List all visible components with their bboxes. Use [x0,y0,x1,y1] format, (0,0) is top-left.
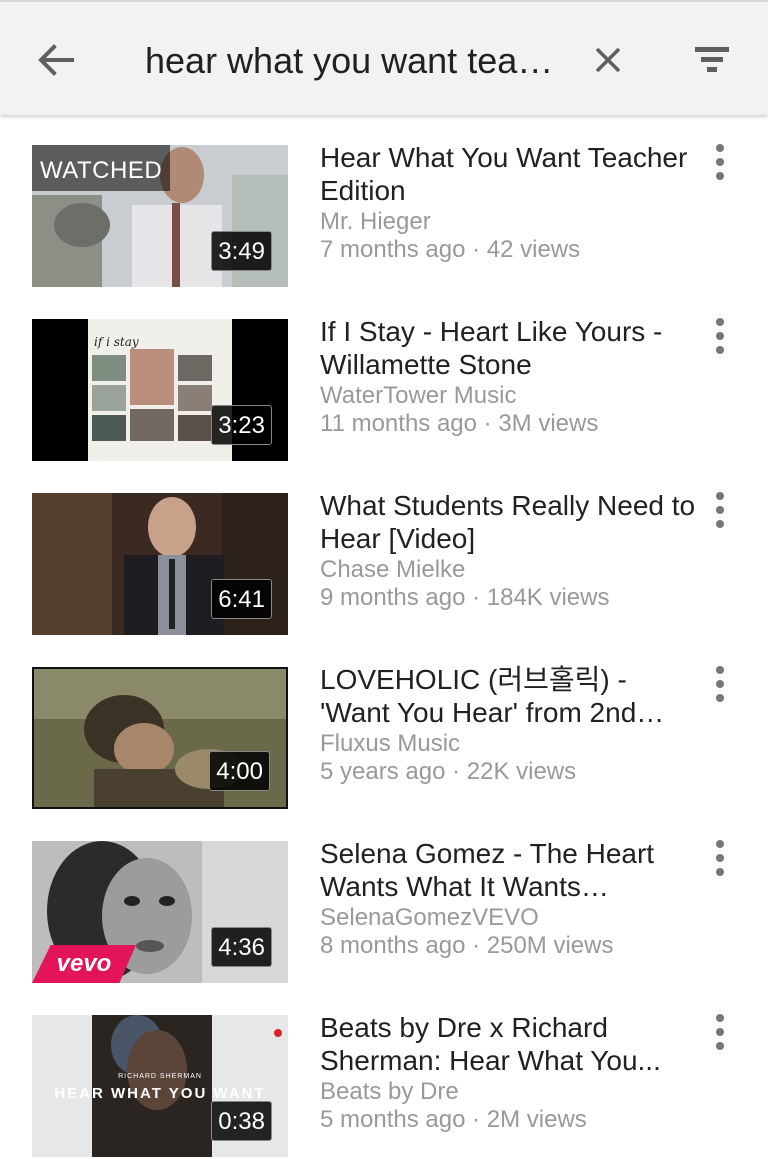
video-result[interactable]: WATCHED 3:49 Hear What You Want Teacher … [0,115,768,289]
video-result[interactable]: 6:41 What Students Really Need to Hear [… [0,463,768,637]
search-query[interactable]: hear what you want tea… [145,36,555,86]
thumbnail-text: if i stay [94,335,139,349]
channel-name: SelenaGomezVEVO [320,904,539,931]
video-meta: 5 months ago · 2M views [320,1106,587,1133]
filter-button[interactable] [688,36,736,84]
channel-name: Fluxus Music [320,730,461,757]
video-duration: 0:38 [211,1101,272,1141]
video-meta: 5 years ago · 22K views [320,758,577,785]
thumbnail-text: HEAR WHAT YOU WANT [54,1085,266,1102]
more-vert-icon [716,318,724,354]
video-info[interactable]: Beats by Dre x Richard Sherman: Hear Wha… [320,1011,700,1134]
video-duration: 4:36 [211,927,272,967]
more-vert-icon [716,492,724,528]
video-title[interactable]: Hear What You Want Teacher Edition [320,141,700,207]
video-title[interactable]: If I Stay - Heart Like Yours - Willamett… [320,315,700,381]
video-thumbnail[interactable]: WATCHED 3:49 [32,145,288,287]
video-title[interactable]: What Students Really Need to Hear [Video… [320,489,700,555]
video-result[interactable]: RICHARD SHERMAN HEAR WHAT YOU WANT 0:38 … [0,985,768,1159]
video-meta: 9 months ago · 184K views [320,584,610,611]
channel-name: WaterTower Music [320,382,517,409]
video-meta: 7 months ago · 42 views [320,236,581,263]
video-info[interactable]: Hear What You Want Teacher Edition Mr. H… [320,141,700,264]
video-duration: 4:00 [209,751,270,791]
thumbnail-subtext: RICHARD SHERMAN [118,1073,202,1080]
video-info[interactable]: LOVEHOLIC (러브홀릭) - 'Want You Hear' from … [320,663,700,786]
channel-name: Mr. Hieger [320,208,431,235]
close-icon [595,47,621,73]
more-options-button[interactable] [704,839,736,877]
video-meta: 11 months ago · 3M views [320,410,599,437]
search-toolbar: hear what you want tea… [0,0,768,115]
video-title[interactable]: Selena Gomez - The Heart Wants What It W… [320,837,700,903]
clear-search-button[interactable] [586,38,630,82]
more-options-button[interactable] [704,665,736,703]
channel-name: Beats by Dre [320,1078,459,1105]
more-options-button[interactable] [704,317,736,355]
more-options-button[interactable] [704,143,736,181]
video-title[interactable]: Beats by Dre x Richard Sherman: Hear Wha… [320,1011,700,1077]
video-result[interactable]: if i stay 3:23 If I Stay - Heart Like Yo… [0,289,768,463]
video-thumbnail[interactable]: vevo 4:36 [32,841,288,983]
more-vert-icon [716,666,724,702]
watched-badge: WATCHED [32,145,171,191]
more-vert-icon [716,144,724,180]
back-button[interactable] [32,36,80,84]
video-info[interactable]: If I Stay - Heart Like Yours - Willamett… [320,315,700,438]
video-thumbnail[interactable]: 4:00 [32,667,288,809]
more-vert-icon [716,1014,724,1050]
more-vert-icon [716,840,724,876]
video-info[interactable]: Selena Gomez - The Heart Wants What It W… [320,837,700,960]
filter-icon [695,47,729,72]
video-result[interactable]: vevo 4:36 Selena Gomez - The Heart Wants… [0,811,768,985]
video-result[interactable]: 4:00 LOVEHOLIC (러브홀릭) - 'Want You Hear' … [0,637,768,811]
more-options-button[interactable] [704,1013,736,1051]
arrow-left-icon [38,44,74,76]
video-title[interactable]: LOVEHOLIC (러브홀릭) - 'Want You Hear' from … [320,663,700,729]
video-thumbnail[interactable]: if i stay 3:23 [32,319,288,461]
video-duration: 3:49 [211,231,272,271]
video-meta: 8 months ago · 250M views [320,932,614,959]
video-thumbnail[interactable]: RICHARD SHERMAN HEAR WHAT YOU WANT 0:38 [32,1015,288,1157]
video-duration: 6:41 [211,579,272,619]
video-thumbnail[interactable]: 6:41 [32,493,288,635]
channel-name: Chase Mielke [320,556,466,583]
video-duration: 3:23 [211,405,272,445]
more-options-button[interactable] [704,491,736,529]
video-info[interactable]: What Students Really Need to Hear [Video… [320,489,700,612]
